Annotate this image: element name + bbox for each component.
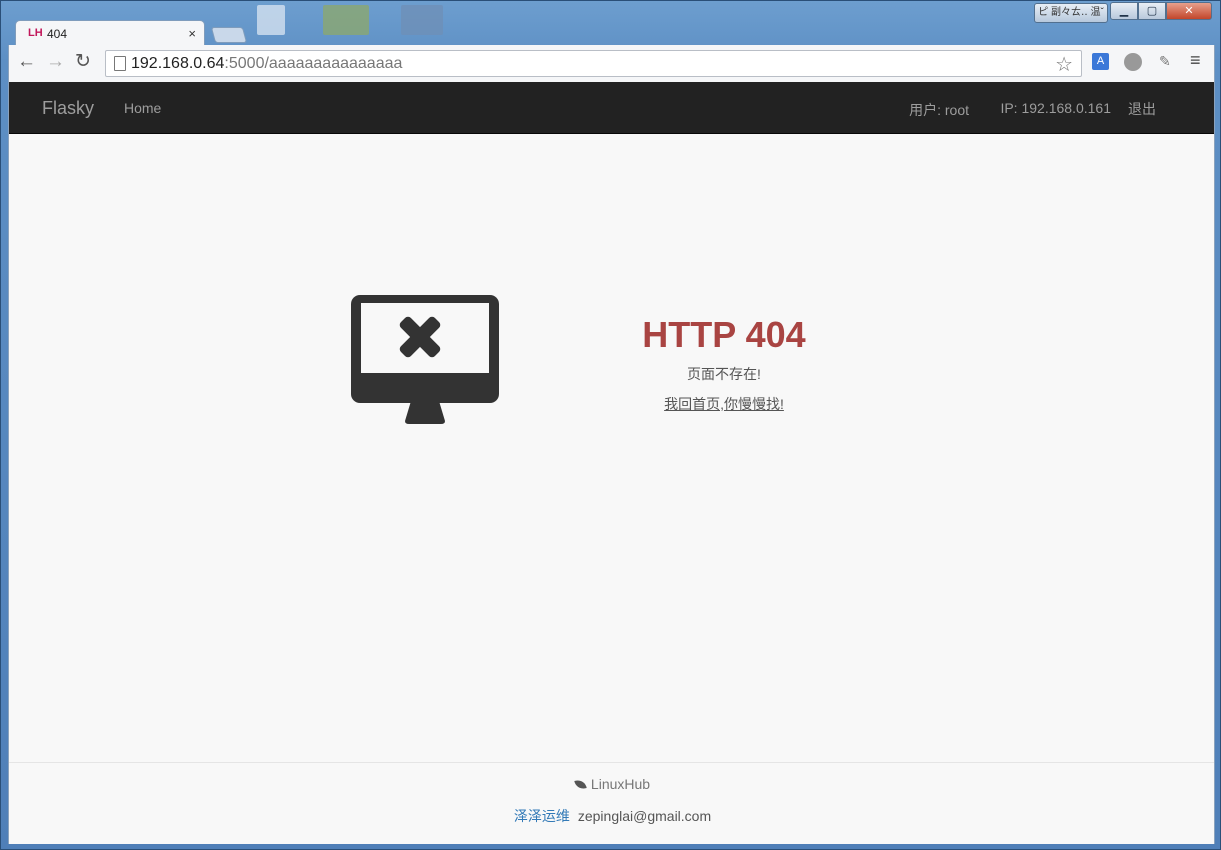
error-message: 页面不存在! (687, 366, 761, 382)
site-footer: LinuxHub 泽泽运维 zepinglai@gmail.com (9, 762, 1214, 844)
minimize-button[interactable]: ▁ (1110, 2, 1138, 20)
nav-ip-label[interactable]: IP: 192.168.0.161 (1000, 100, 1111, 116)
desktop-file-icon (257, 5, 285, 35)
translate-icon[interactable]: A (1092, 53, 1109, 70)
tab-404[interactable]: LH 404 × (15, 20, 205, 46)
reload-icon[interactable]: ↻ (75, 52, 91, 72)
back-arrow-icon[interactable]: ← (17, 52, 36, 72)
page-viewport: Flasky Home 用户: root IP: 192.168.0.161 退… (8, 82, 1215, 844)
footer-brand: LinuxHub (9, 776, 1214, 792)
title-bar: LH 404 × ピ 副々ㄊ‥ 温ˇ ▁ ▢ ✕ (1, 1, 1221, 46)
leaf-icon (574, 779, 587, 790)
window-controls: ▁ ▢ ✕ (1110, 2, 1212, 22)
language-bar[interactable]: ピ 副々ㄊ‥ 温ˇ (1034, 3, 1108, 23)
tab-title: 404 (47, 27, 68, 41)
footer-author-link[interactable]: 泽泽运维 (514, 808, 570, 824)
url-path: :5000/aaaaaaaaaaaaaaa (224, 55, 403, 72)
new-tab-button[interactable] (210, 27, 248, 43)
extension-icon[interactable]: ✎ (1159, 53, 1171, 70)
footer-brand-label: LinuxHub (590, 776, 651, 792)
footer-email: zepinglai@gmail.com (577, 808, 712, 824)
nav-logout-link[interactable]: 退出 (1128, 99, 1156, 119)
address-bar[interactable]: 192.168.0.64:5000/aaaaaaaaaaaaaaa ☆ (105, 50, 1082, 77)
extension-globe-icon[interactable] (1124, 53, 1142, 71)
page-icon (114, 56, 126, 71)
browser-toolbar: ← → ↻ 192.168.0.64:5000/aaaaaaaaaaaaaaa … (8, 45, 1215, 82)
back-home-link[interactable]: 我回首页,你慢慢找! (569, 394, 879, 414)
site-navbar: Flasky Home 用户: root IP: 192.168.0.161 退… (9, 82, 1214, 134)
tab-close-icon[interactable]: × (188, 26, 196, 41)
bookmark-star-icon[interactable]: ☆ (1055, 52, 1073, 77)
maximize-button[interactable]: ▢ (1138, 2, 1166, 20)
nav-user-label[interactable]: 用户: root (909, 100, 969, 120)
url-host: 192.168.0.64 (131, 55, 225, 72)
browser-window: LH 404 × ピ 副々ㄊ‥ 温ˇ ▁ ▢ ✕ ← → ↻ 192.168.0… (0, 0, 1221, 850)
footer-contact: 泽泽运维 zepinglai@gmail.com (9, 806, 1214, 826)
url-text[interactable]: 192.168.0.64:5000/aaaaaaaaaaaaaaa (131, 55, 402, 73)
desktop-folder-icon (401, 5, 443, 35)
nav-home-link[interactable]: Home (124, 100, 161, 116)
menu-icon[interactable]: ≡ (1190, 50, 1201, 71)
close-window-button[interactable]: ✕ (1166, 2, 1212, 20)
forward-arrow-icon[interactable]: → (46, 52, 65, 72)
desktop-image-icon (323, 5, 369, 35)
monitor-error-icon (351, 295, 499, 424)
error-title: HTTP 404 (642, 314, 806, 355)
navbar-brand[interactable]: Flasky (42, 98, 94, 119)
tab-favicon-icon: LH (28, 27, 43, 39)
